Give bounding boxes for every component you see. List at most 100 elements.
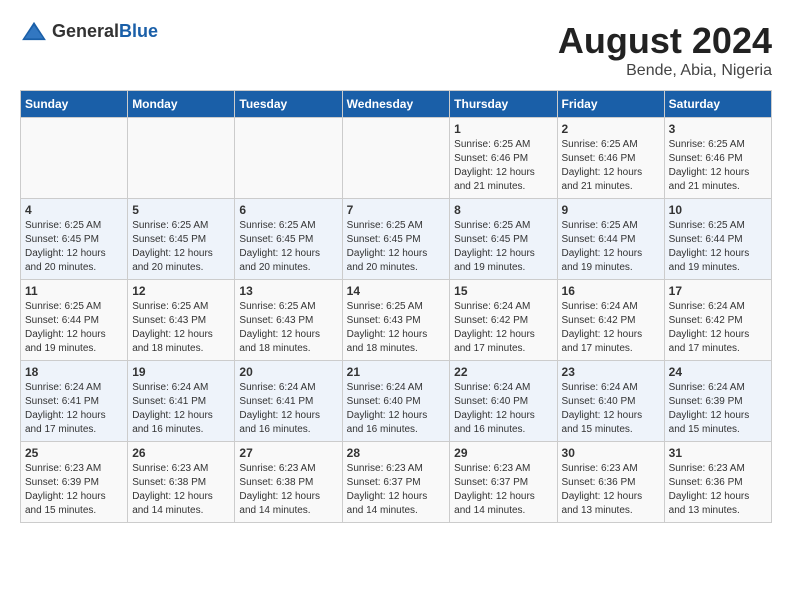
logo-text: GeneralBlue: [52, 21, 158, 42]
day-number: 27: [239, 446, 337, 460]
day-number: 1: [454, 122, 552, 136]
day-number: 29: [454, 446, 552, 460]
day-number: 20: [239, 365, 337, 379]
calendar-week-4: 18 Sunrise: 6:24 AM Sunset: 6:41 PM Dayli…: [21, 361, 772, 442]
calendar-cell: 21Sunrise: 6:24 AM Sunset: 6:40 PM Dayli…: [342, 361, 450, 442]
calendar-cell: 4 Sunrise: 6:25 AM Sunset: 6:45 PM Daylig…: [21, 199, 128, 280]
calendar-cell: 8 Sunrise: 6:25 AM Sunset: 6:45 PM Daylig…: [450, 199, 557, 280]
day-number: 3: [669, 122, 767, 136]
calendar-cell: 18Sunrise: 6:24 AM Sunset: 6:41 PM Dayli…: [21, 361, 128, 442]
day-number: 13: [239, 284, 337, 298]
logo: GeneralBlue: [20, 20, 158, 42]
logo-icon: [20, 20, 48, 42]
day-info: Sunrise: 6:23 AM Sunset: 6:37 PM Dayligh…: [347, 462, 446, 518]
calendar-cell: 2Sunrise: 6:25 AM Sunset: 6:46 PM Daylig…: [557, 118, 664, 199]
logo-blue: Blue: [119, 21, 158, 41]
day-info: Sunrise: 6:25 AM Sunset: 6:44 PM Dayligh…: [25, 300, 123, 356]
weekday-header-friday: Friday: [557, 91, 664, 118]
day-number: 2: [562, 122, 660, 136]
calendar-cell: 23Sunrise: 6:24 AM Sunset: 6:40 PM Dayli…: [557, 361, 664, 442]
logo-general: General: [52, 21, 119, 41]
day-info: Sunrise: 6:25 AM Sunset: 6:43 PM Dayligh…: [347, 300, 446, 356]
page-header: GeneralBlue August 2024 Bende, Abia, Nig…: [20, 20, 772, 80]
calendar-header: SundayMondayTuesdayWednesdayThursdayFrid…: [21, 91, 772, 118]
calendar-cell: 9Sunrise: 6:25 AM Sunset: 6:44 PM Daylig…: [557, 199, 664, 280]
calendar-cell: [235, 118, 342, 199]
calendar-cell: 31 Sunrise: 6:23 AM Sunset: 6:36 PM Dayli…: [664, 442, 771, 523]
day-info: Sunrise: 6:24 AM Sunset: 6:41 PM Dayligh…: [132, 381, 230, 437]
day-number: 21: [347, 365, 446, 379]
weekday-header-tuesday: Tuesday: [235, 91, 342, 118]
day-info: Sunrise: 6:23 AM Sunset: 6:39 PM Dayligh…: [25, 462, 123, 518]
day-number: 25: [25, 446, 123, 460]
day-info: Sunrise: 6:24 AM Sunset: 6:42 PM Dayligh…: [562, 300, 660, 356]
calendar-cell: 19 Sunrise: 6:24 AM Sunset: 6:41 PM Dayli…: [128, 361, 235, 442]
weekday-header-saturday: Saturday: [664, 91, 771, 118]
day-number: 7: [347, 203, 446, 217]
weekday-header-wednesday: Wednesday: [342, 91, 450, 118]
calendar-title: August 2024: [558, 20, 772, 62]
weekday-header-thursday: Thursday: [450, 91, 557, 118]
day-info: Sunrise: 6:23 AM Sunset: 6:37 PM Dayligh…: [454, 462, 552, 518]
calendar-cell: 30Sunrise: 6:23 AM Sunset: 6:36 PM Dayli…: [557, 442, 664, 523]
calendar-cell: 20 Sunrise: 6:24 AM Sunset: 6:41 PM Dayli…: [235, 361, 342, 442]
day-info: Sunrise: 6:25 AM Sunset: 6:43 PM Dayligh…: [132, 300, 230, 356]
calendar-cell: [128, 118, 235, 199]
day-info: Sunrise: 6:23 AM Sunset: 6:38 PM Dayligh…: [239, 462, 337, 518]
day-info: Sunrise: 6:23 AM Sunset: 6:38 PM Dayligh…: [132, 462, 230, 518]
calendar-cell: 13Sunrise: 6:25 AM Sunset: 6:43 PM Dayli…: [235, 280, 342, 361]
calendar-cell: 29 Sunrise: 6:23 AM Sunset: 6:37 PM Dayli…: [450, 442, 557, 523]
calendar-cell: [21, 118, 128, 199]
calendar-cell: 26Sunrise: 6:23 AM Sunset: 6:38 PM Dayli…: [128, 442, 235, 523]
day-info: Sunrise: 6:24 AM Sunset: 6:41 PM Dayligh…: [239, 381, 337, 437]
day-number: 19: [132, 365, 230, 379]
day-number: 31: [669, 446, 767, 460]
day-number: 15: [454, 284, 552, 298]
calendar-cell: 28 Sunrise: 6:23 AM Sunset: 6:37 PM Dayli…: [342, 442, 450, 523]
day-number: 16: [562, 284, 660, 298]
weekday-header-monday: Monday: [128, 91, 235, 118]
weekday-header-row: SundayMondayTuesdayWednesdayThursdayFrid…: [21, 91, 772, 118]
day-number: 18: [25, 365, 123, 379]
calendar-week-3: 11 Sunrise: 6:25 AM Sunset: 6:44 PM Dayli…: [21, 280, 772, 361]
calendar-week-1: 1 Sunrise: 6:25 AM Sunset: 6:46 PM Daylig…: [21, 118, 772, 199]
calendar-cell: 1 Sunrise: 6:25 AM Sunset: 6:46 PM Daylig…: [450, 118, 557, 199]
day-number: 10: [669, 203, 767, 217]
day-number: 14: [347, 284, 446, 298]
day-info: Sunrise: 6:25 AM Sunset: 6:45 PM Dayligh…: [454, 219, 552, 275]
calendar-cell: 10 Sunrise: 6:25 AM Sunset: 6:44 PM Dayli…: [664, 199, 771, 280]
day-number: 28: [347, 446, 446, 460]
day-info: Sunrise: 6:23 AM Sunset: 6:36 PM Dayligh…: [669, 462, 767, 518]
calendar-cell: 15 Sunrise: 6:24 AM Sunset: 6:42 PM Dayli…: [450, 280, 557, 361]
day-info: Sunrise: 6:25 AM Sunset: 6:45 PM Dayligh…: [132, 219, 230, 275]
day-info: Sunrise: 6:25 AM Sunset: 6:46 PM Dayligh…: [454, 138, 552, 194]
day-number: 4: [25, 203, 123, 217]
day-number: 11: [25, 284, 123, 298]
day-number: 8: [454, 203, 552, 217]
calendar-cell: 5 Sunrise: 6:25 AM Sunset: 6:45 PM Daylig…: [128, 199, 235, 280]
calendar-week-2: 4 Sunrise: 6:25 AM Sunset: 6:45 PM Daylig…: [21, 199, 772, 280]
day-info: Sunrise: 6:25 AM Sunset: 6:44 PM Dayligh…: [669, 219, 767, 275]
day-number: 5: [132, 203, 230, 217]
calendar-cell: 22 Sunrise: 6:24 AM Sunset: 6:40 PM Dayli…: [450, 361, 557, 442]
calendar-location: Bende, Abia, Nigeria: [558, 62, 772, 80]
day-info: Sunrise: 6:25 AM Sunset: 6:45 PM Dayligh…: [239, 219, 337, 275]
day-info: Sunrise: 6:24 AM Sunset: 6:40 PM Dayligh…: [454, 381, 552, 437]
day-info: Sunrise: 6:24 AM Sunset: 6:42 PM Dayligh…: [669, 300, 767, 356]
day-info: Sunrise: 6:24 AM Sunset: 6:40 PM Dayligh…: [562, 381, 660, 437]
day-number: 17: [669, 284, 767, 298]
day-info: Sunrise: 6:25 AM Sunset: 6:46 PM Dayligh…: [669, 138, 767, 194]
day-number: 22: [454, 365, 552, 379]
calendar-cell: 3 Sunrise: 6:25 AM Sunset: 6:46 PM Daylig…: [664, 118, 771, 199]
calendar-cell: 27 Sunrise: 6:23 AM Sunset: 6:38 PM Dayli…: [235, 442, 342, 523]
title-block: August 2024 Bende, Abia, Nigeria: [558, 20, 772, 80]
day-number: 24: [669, 365, 767, 379]
day-info: Sunrise: 6:24 AM Sunset: 6:42 PM Dayligh…: [454, 300, 552, 356]
calendar-cell: [342, 118, 450, 199]
weekday-header-sunday: Sunday: [21, 91, 128, 118]
calendar-cell: 16 Sunrise: 6:24 AM Sunset: 6:42 PM Dayli…: [557, 280, 664, 361]
day-number: 6: [239, 203, 337, 217]
calendar-cell: 24Sunrise: 6:24 AM Sunset: 6:39 PM Dayli…: [664, 361, 771, 442]
day-info: Sunrise: 6:23 AM Sunset: 6:36 PM Dayligh…: [562, 462, 660, 518]
day-info: Sunrise: 6:25 AM Sunset: 6:45 PM Dayligh…: [25, 219, 123, 275]
